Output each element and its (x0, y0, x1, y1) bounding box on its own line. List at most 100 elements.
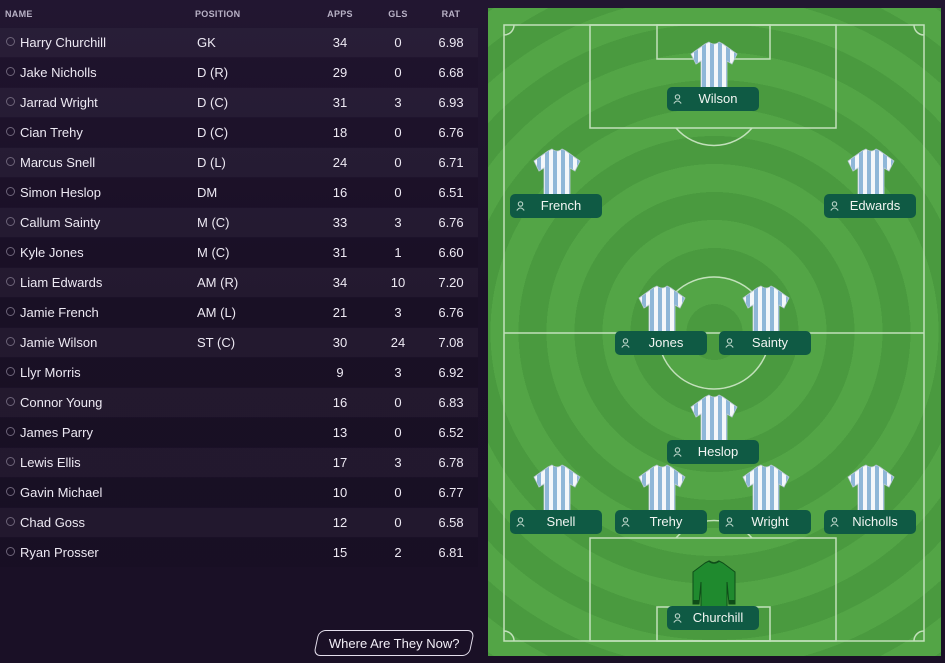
table-row[interactable]: Llyr Morris 9 3 6.92 (0, 358, 478, 387)
player-heslop[interactable]: Heslop (667, 394, 759, 466)
player-edwards[interactable]: Edwards (824, 148, 916, 220)
player-name-cell[interactable]: Jarrad Wright (20, 95, 98, 110)
table-row[interactable]: Simon Heslop DM 16 0 6.51 (0, 178, 478, 207)
player-wilson[interactable]: Wilson (667, 41, 759, 113)
player-trehy[interactable]: Trehy (615, 464, 707, 536)
table-row[interactable]: Liam Edwards AM (R) 34 10 7.20 (0, 268, 478, 297)
player-name-cell[interactable]: Simon Heslop (20, 185, 101, 200)
row-select-radio[interactable] (6, 37, 15, 46)
row-select-radio[interactable] (6, 427, 15, 436)
player-name-cell[interactable]: Chad Goss (20, 515, 85, 530)
rating-cell: 6.77 (438, 485, 464, 500)
player-label: Jones (615, 331, 707, 355)
player-name-cell[interactable]: Jake Nicholls (20, 65, 97, 80)
row-select-radio[interactable] (6, 337, 15, 346)
player-label: Nicholls (824, 510, 916, 534)
rating-cell: 6.81 (438, 545, 464, 560)
row-select-radio[interactable] (6, 187, 15, 196)
goals-cell: 3 (394, 305, 402, 320)
person-icon (673, 613, 682, 623)
player-french[interactable]: French (510, 148, 602, 220)
person-icon (830, 517, 839, 527)
row-select-radio[interactable] (6, 547, 15, 556)
goals-cell: 0 (394, 125, 402, 140)
table-row[interactable]: Kyle Jones M (C) 31 1 6.60 (0, 238, 478, 267)
person-icon (673, 447, 682, 457)
row-select-radio[interactable] (6, 397, 15, 406)
player-name-cell[interactable]: James Parry (20, 425, 93, 440)
apps-cell: 30 (332, 335, 348, 350)
player-snell[interactable]: Snell (510, 464, 602, 536)
player-label: Trehy (615, 510, 707, 534)
player-name: Jones (648, 335, 684, 350)
player-churchill[interactable]: Churchill (667, 560, 759, 632)
player-name: Sainty (751, 335, 789, 350)
row-select-radio[interactable] (6, 97, 15, 106)
player-name-cell[interactable]: Cian Trehy (20, 125, 83, 140)
player-name-cell[interactable]: Gavin Michael (20, 485, 102, 500)
apps-cell: 17 (332, 455, 348, 470)
column-header-rating[interactable]: RAT (427, 9, 475, 19)
row-select-radio[interactable] (6, 67, 15, 76)
person-icon (830, 201, 839, 211)
table-row[interactable]: Connor Young 16 0 6.83 (0, 388, 478, 417)
table-row[interactable]: James Parry 13 0 6.52 (0, 418, 478, 447)
row-select-radio[interactable] (6, 277, 15, 286)
where-are-they-now-button[interactable]: Where Are They Now? (313, 630, 475, 656)
table-row[interactable]: Jake Nicholls D (R) 29 0 6.68 (0, 58, 478, 87)
rating-cell: 6.98 (438, 35, 464, 50)
table-row[interactable]: Callum Sainty M (C) 33 3 6.76 (0, 208, 478, 237)
player-label: Wilson (667, 87, 759, 111)
player-sainty[interactable]: Sainty (719, 285, 811, 357)
player-name-cell[interactable]: Connor Young (20, 395, 102, 410)
row-select-radio[interactable] (6, 367, 15, 376)
table-row[interactable]: Jarrad Wright D (C) 31 3 6.93 (0, 88, 478, 117)
player-name-cell[interactable]: Marcus Snell (20, 155, 95, 170)
player-name: Churchill (692, 610, 744, 625)
row-select-radio[interactable] (6, 457, 15, 466)
player-jones[interactable]: Jones (615, 285, 707, 357)
player-name-cell[interactable]: Liam Edwards (20, 275, 102, 290)
apps-cell: 12 (332, 515, 348, 530)
table-row[interactable]: Jamie French AM (L) 21 3 6.76 (0, 298, 478, 327)
table-row[interactable]: Jamie Wilson ST (C) 30 24 7.08 (0, 328, 478, 357)
goals-cell: 24 (390, 335, 406, 350)
rating-cell: 6.76 (438, 215, 464, 230)
table-row[interactable]: Lewis Ellis 17 3 6.78 (0, 448, 478, 477)
apps-cell: 13 (332, 425, 348, 440)
player-name-cell[interactable]: Jamie Wilson (20, 335, 97, 350)
row-select-radio[interactable] (6, 157, 15, 166)
table-row[interactable]: Harry Churchill GK 34 0 6.98 (0, 28, 478, 57)
column-header-goals[interactable]: GLS (374, 9, 422, 19)
table-row[interactable]: Ryan Prosser 15 2 6.81 (0, 538, 478, 567)
goals-cell: 0 (394, 515, 402, 530)
table-row[interactable]: Marcus Snell D (L) 24 0 6.71 (0, 148, 478, 177)
shirt-icon (741, 285, 791, 333)
player-name-cell[interactable]: Lewis Ellis (20, 455, 81, 470)
goalkeeper-shirt-icon (689, 560, 739, 608)
player-name-cell[interactable]: Jamie French (20, 305, 99, 320)
player-wright[interactable]: Wright (719, 464, 811, 536)
table-row[interactable]: Chad Goss 12 0 6.58 (0, 508, 478, 537)
column-header-apps[interactable]: APPS (316, 9, 364, 19)
table-row[interactable]: Cian Trehy D (C) 18 0 6.76 (0, 118, 478, 147)
apps-cell: 21 (332, 305, 348, 320)
player-nicholls[interactable]: Nicholls (824, 464, 916, 536)
person-icon (621, 517, 630, 527)
row-select-radio[interactable] (6, 487, 15, 496)
player-name-cell[interactable]: Kyle Jones (20, 245, 84, 260)
row-select-radio[interactable] (6, 517, 15, 526)
player-name-cell[interactable]: Harry Churchill (20, 35, 106, 50)
row-select-radio[interactable] (6, 127, 15, 136)
row-select-radio[interactable] (6, 217, 15, 226)
shirt-icon (689, 41, 739, 89)
position-cell: D (C) (197, 125, 229, 140)
player-name-cell[interactable]: Llyr Morris (20, 365, 81, 380)
player-name-cell[interactable]: Callum Sainty (20, 215, 100, 230)
row-select-radio[interactable] (6, 247, 15, 256)
row-select-radio[interactable] (6, 307, 15, 316)
column-header-position[interactable]: POSITION (195, 9, 240, 19)
column-header-name[interactable]: NAME (5, 9, 33, 19)
table-row[interactable]: Gavin Michael 10 0 6.77 (0, 478, 478, 507)
player-name-cell[interactable]: Ryan Prosser (20, 545, 99, 560)
